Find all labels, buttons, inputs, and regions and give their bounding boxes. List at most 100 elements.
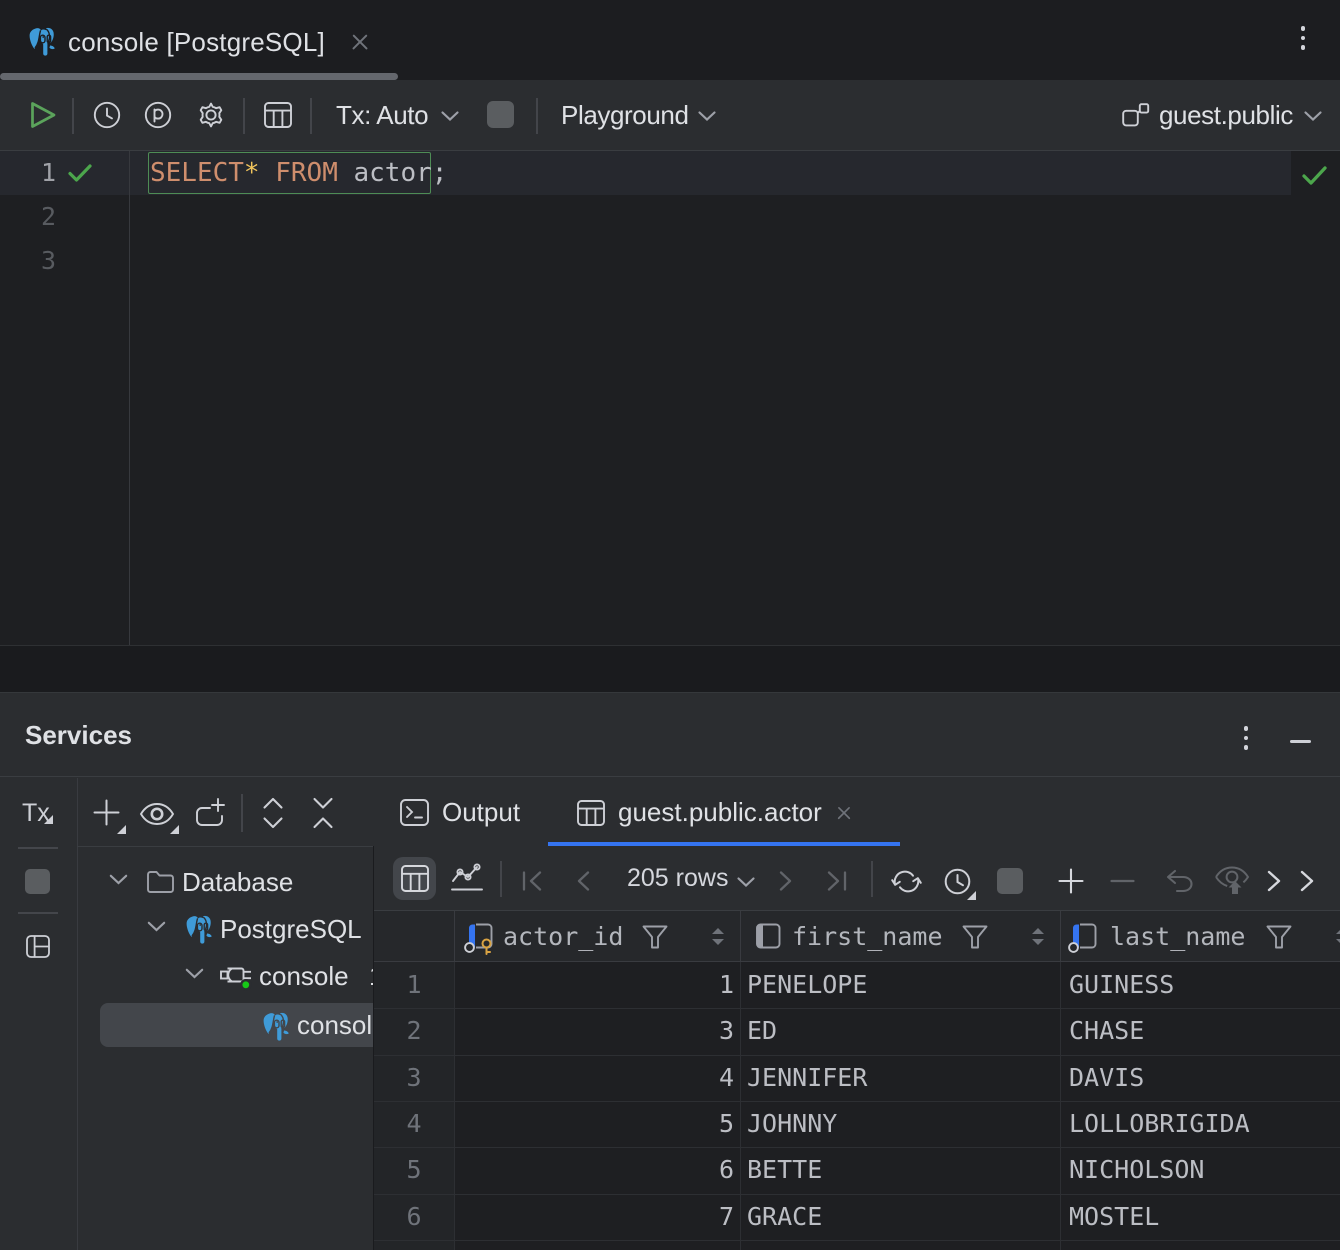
sort-icon[interactable] bbox=[1336, 928, 1340, 945]
parameters-icon[interactable] bbox=[144, 101, 172, 129]
show-options-eye-icon[interactable] bbox=[139, 803, 175, 825]
chart-view-icon[interactable] bbox=[451, 863, 485, 895]
table-view-icon[interactable] bbox=[401, 865, 429, 892]
tx-mode-selector[interactable]: Tx: Auto bbox=[336, 80, 428, 151]
chevron-down-icon bbox=[441, 111, 459, 121]
chevron-down-icon[interactable] bbox=[147, 921, 166, 932]
column-icon bbox=[752, 921, 786, 955]
chevron-down-icon bbox=[1304, 111, 1322, 121]
column-header[interactable]: first_name bbox=[792, 911, 943, 962]
line-number: 2 bbox=[0, 195, 56, 239]
prev-page-icon[interactable] bbox=[576, 871, 590, 891]
expand-all-icon[interactable] bbox=[263, 797, 283, 829]
stop-query-button[interactable] bbox=[997, 868, 1023, 894]
tab-bar-options-kebab-icon[interactable] bbox=[1300, 26, 1306, 70]
table-row[interactable]: 56BETTENICHOLSON bbox=[374, 1147, 1340, 1193]
tree-item-console-file[interactable]: console bbox=[78, 1002, 374, 1049]
tab-output[interactable]: Output bbox=[400, 778, 520, 847]
new-console-icon[interactable] bbox=[196, 798, 226, 826]
chevron-down-icon[interactable] bbox=[109, 874, 128, 885]
first-page-icon[interactable] bbox=[521, 871, 543, 891]
inspection-ok-check-icon[interactable] bbox=[1301, 164, 1328, 187]
chevron-right-icon[interactable] bbox=[1267, 870, 1281, 892]
statement-executed-check-icon[interactable] bbox=[67, 162, 93, 184]
console-plug-icon bbox=[219, 962, 255, 992]
tx-toggle-icon[interactable]: Tx bbox=[22, 799, 50, 828]
tab-close-icon[interactable] bbox=[836, 805, 851, 820]
sort-icon[interactable] bbox=[1032, 928, 1044, 945]
folder-icon bbox=[147, 870, 174, 894]
chevron-down-icon bbox=[698, 111, 716, 121]
chevron-down-icon[interactable] bbox=[185, 968, 204, 979]
postgresql-elephant-icon bbox=[184, 915, 212, 945]
tab-bar-scrollbar[interactable] bbox=[0, 73, 398, 80]
add-icon[interactable] bbox=[93, 799, 120, 826]
tab-result-grid[interactable]: guest.public.actor bbox=[577, 778, 853, 847]
delete-row-icon[interactable] bbox=[1110, 879, 1135, 883]
tab-label: Output bbox=[442, 797, 520, 828]
minimize-icon[interactable] bbox=[1290, 740, 1311, 743]
services-header: Services bbox=[0, 693, 1340, 777]
services-toolbar: Output guest.public.actor bbox=[77, 778, 1340, 847]
primary-key-column-icon bbox=[464, 921, 498, 955]
services-options-kebab-icon[interactable] bbox=[1243, 726, 1249, 770]
editor-tab-bar: console [PostgreSQL] bbox=[0, 0, 1340, 80]
tree-item-console-group[interactable]: console 1 bbox=[78, 953, 374, 1000]
grid-body: 11PENELOPEGUINESS 23EDCHASE 34JENNIFERDA… bbox=[374, 962, 1340, 1250]
settings-gear-icon[interactable] bbox=[197, 101, 225, 129]
code-line-1[interactable]: SELECT* FROM actor; bbox=[150, 151, 447, 195]
tab-label: guest.public.actor bbox=[618, 797, 822, 828]
table-grid-icon bbox=[577, 800, 605, 826]
table-row[interactable]: 45JOHNNYLOLLOBRIGIDA bbox=[374, 1101, 1340, 1147]
column-header[interactable]: actor_id bbox=[503, 911, 623, 962]
last-page-icon[interactable] bbox=[826, 871, 848, 891]
services-title: Services bbox=[25, 693, 132, 777]
editor-tab-console[interactable]: console [PostgreSQL] bbox=[27, 20, 369, 64]
table-icon[interactable] bbox=[264, 102, 292, 128]
column-header[interactable]: last_name bbox=[1110, 911, 1245, 962]
filter-funnel-icon[interactable] bbox=[1266, 925, 1292, 949]
tree-item-postgresql[interactable]: PostgreSQL bbox=[78, 906, 374, 953]
grid-header: actor_id first_name bbox=[374, 911, 1340, 962]
next-page-icon[interactable] bbox=[779, 871, 793, 891]
preview-changes-icon[interactable] bbox=[1214, 865, 1250, 897]
tree-item-database[interactable]: Database bbox=[78, 859, 374, 906]
grid-toolbar: 205 rows bbox=[374, 846, 1340, 911]
add-row-icon[interactable] bbox=[1058, 868, 1084, 894]
editor-tab-title: console [PostgreSQL] bbox=[68, 27, 325, 58]
revert-icon[interactable] bbox=[1165, 869, 1195, 893]
refresh-icon[interactable] bbox=[890, 868, 923, 895]
table-row[interactable]: 11PENELOPEGUINESS bbox=[374, 962, 1340, 1008]
history-icon[interactable] bbox=[93, 101, 121, 129]
sql-editor[interactable]: 1 2 3 SELECT* FROM actor; bbox=[0, 151, 1340, 645]
indexed-column-icon bbox=[1068, 921, 1102, 955]
layout-icon[interactable] bbox=[26, 935, 50, 958]
table-row[interactable]: 34JENNIFERDAVIS bbox=[374, 1055, 1340, 1101]
table-row[interactable]: 23EDCHASE bbox=[374, 1008, 1340, 1054]
filter-funnel-icon[interactable] bbox=[962, 925, 988, 949]
schema-switcher[interactable]: guest.public bbox=[1122, 80, 1322, 151]
filter-funnel-icon[interactable] bbox=[642, 925, 668, 949]
line-number: 1 bbox=[0, 151, 56, 195]
row-count-dropdown[interactable]: 205 rows bbox=[627, 846, 728, 910]
console-toolbar: Tx: Auto Playground guest.public bbox=[0, 80, 1340, 151]
terminal-icon bbox=[400, 799, 429, 826]
chevron-right-icon[interactable] bbox=[1300, 870, 1314, 892]
table-row[interactable]: 67GRACEMOSTEL bbox=[374, 1194, 1340, 1240]
session-selector[interactable]: Playground bbox=[561, 80, 689, 151]
postgresql-elephant-icon bbox=[27, 27, 55, 57]
query-history-clock-icon[interactable] bbox=[944, 868, 971, 895]
stop-connection-button[interactable] bbox=[25, 869, 50, 894]
stop-button[interactable] bbox=[487, 101, 514, 128]
tab-close-icon[interactable] bbox=[351, 33, 369, 51]
chevron-down-icon bbox=[737, 877, 755, 887]
line-number: 3 bbox=[0, 239, 56, 283]
schema-icon bbox=[1122, 103, 1149, 129]
collapse-all-icon[interactable] bbox=[313, 797, 333, 829]
panel-splitter[interactable] bbox=[0, 645, 1340, 692]
schema-label: guest.public bbox=[1159, 100, 1293, 131]
sort-icon[interactable] bbox=[712, 928, 724, 945]
result-grid-pane: 205 rows bbox=[374, 846, 1340, 1250]
postgresql-elephant-icon bbox=[261, 1012, 289, 1042]
run-button[interactable] bbox=[29, 100, 57, 130]
